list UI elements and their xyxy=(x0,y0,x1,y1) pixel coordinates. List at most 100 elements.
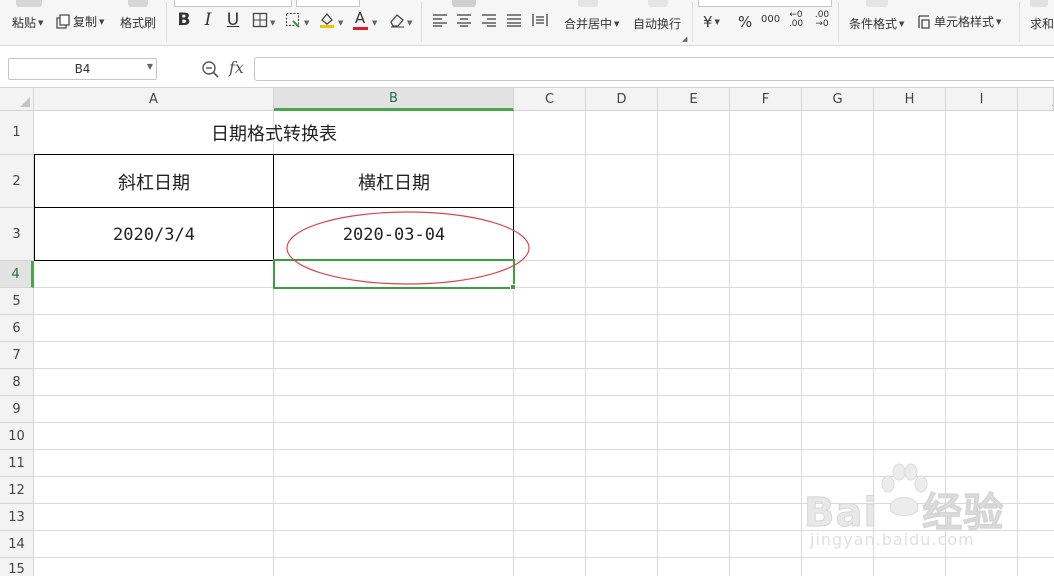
cell-a1-title[interactable]: 日期格式转换表 xyxy=(34,111,514,155)
insert-function-button[interactable]: fx xyxy=(229,58,244,77)
row-header-5[interactable]: 5 xyxy=(0,288,34,315)
gridline xyxy=(34,287,1054,288)
align-right-icon xyxy=(482,14,496,27)
merge-icon xyxy=(578,0,598,7)
wrap-text-label: 自动换行 xyxy=(633,17,682,31)
row-header-14[interactable]: 14 xyxy=(0,531,34,558)
clear-format-button[interactable] xyxy=(385,8,409,32)
percent-button[interactable]: % xyxy=(738,13,752,31)
chevron-down-icon[interactable]: ▼ xyxy=(338,19,343,27)
chevron-down-icon[interactable]: ▼ xyxy=(372,19,377,27)
underline-button[interactable]: U xyxy=(221,8,245,32)
column-header-d[interactable]: D xyxy=(586,88,658,111)
cell-pattern-icon xyxy=(285,13,300,28)
paste-label: 粘贴 xyxy=(12,16,37,30)
ribbon-separator xyxy=(838,2,839,42)
italic-button[interactable]: I xyxy=(196,8,220,32)
merge-center-label: 合并居中 xyxy=(564,17,613,31)
annotation-ellipse xyxy=(286,211,530,285)
formula-bar: B4 ▼ fx xyxy=(0,46,1054,88)
chevron-down-icon: ▼ xyxy=(38,18,44,27)
distribute-button[interactable] xyxy=(528,8,552,32)
increase-decimal-button[interactable]: ←0 .00 xyxy=(786,11,806,29)
cell-a3-value[interactable]: 2020/3/4 xyxy=(34,208,274,261)
fill-pattern-button[interactable] xyxy=(281,8,305,32)
select-all-button[interactable] xyxy=(0,88,34,111)
chevron-down-icon: ▼ xyxy=(996,17,1002,26)
decrease-decimal-button[interactable]: .00 →0 xyxy=(812,11,832,29)
gridline xyxy=(801,111,802,576)
row-header-7[interactable]: 7 xyxy=(0,342,34,369)
currency-button[interactable]: ¥ ▼ xyxy=(703,13,720,31)
formula-input[interactable] xyxy=(254,57,1054,81)
font-color-bar xyxy=(352,26,368,30)
increase-decimal-label: ←0 .00 xyxy=(788,10,804,29)
fill-color-button[interactable] xyxy=(315,8,339,32)
sum-button[interactable]: 求和 xyxy=(1030,15,1054,32)
format-painter-button[interactable]: 格式刷 xyxy=(120,14,156,31)
border-button[interactable] xyxy=(248,8,272,32)
paste-icon xyxy=(16,0,42,7)
align-top-icon[interactable] xyxy=(452,0,476,7)
row-header-13[interactable]: 13 xyxy=(0,504,34,531)
name-box[interactable]: B4 ▼ xyxy=(8,58,157,80)
zoom-icon[interactable] xyxy=(201,60,219,78)
column-header-e[interactable]: E xyxy=(658,88,730,111)
row-header-12[interactable]: 12 xyxy=(0,477,34,504)
column-header-a[interactable]: A xyxy=(34,88,274,111)
paint-bucket-icon xyxy=(320,12,334,28)
row-header-11[interactable]: 11 xyxy=(0,450,34,477)
row-header-1[interactable]: 1 xyxy=(0,111,34,155)
chevron-down-icon[interactable]: ▼ xyxy=(270,19,275,27)
bold-button[interactable]: B xyxy=(172,8,196,32)
chevron-down-icon: ▼ xyxy=(714,18,720,26)
cell-b2-header[interactable]: 横杠日期 xyxy=(274,155,514,208)
cell-a2-header[interactable]: 斜杠日期 xyxy=(34,155,274,208)
chevron-down-icon: ▼ xyxy=(899,19,905,28)
chevron-down-icon[interactable]: ▼ xyxy=(147,62,153,71)
align-center-icon xyxy=(457,14,471,27)
underline-label: U xyxy=(226,10,240,30)
number-format-combo[interactable] xyxy=(698,0,832,7)
font-size-combo[interactable] xyxy=(296,0,360,7)
chevron-down-icon[interactable]: ▼ xyxy=(407,19,412,27)
baidu-watermark: Bai 经验 jingyan.baidu.com xyxy=(803,462,1014,562)
column-header-c[interactable]: C xyxy=(514,88,586,111)
wrap-text-button[interactable]: 自动换行 xyxy=(633,15,681,32)
row-header-15[interactable]: 15 xyxy=(0,558,34,576)
font-name-combo[interactable] xyxy=(174,0,292,7)
align-center-button[interactable] xyxy=(452,8,476,32)
font-color-button[interactable]: A xyxy=(348,8,372,32)
wrap-icon xyxy=(648,0,668,7)
align-left-button[interactable] xyxy=(428,8,452,32)
row-header-6[interactable]: 6 xyxy=(0,315,34,342)
copy-button[interactable]: 复制 ▼ xyxy=(56,13,104,30)
border-icon xyxy=(252,12,268,28)
row-header-9[interactable]: 9 xyxy=(0,396,34,423)
row-header-3[interactable]: 3 xyxy=(0,208,34,261)
paste-button[interactable]: 粘贴 ▼ xyxy=(12,14,43,31)
copy-icon xyxy=(56,14,70,29)
row-header-2[interactable]: 2 xyxy=(0,155,34,208)
row-header-4[interactable]: 4 xyxy=(0,261,34,288)
merge-center-button[interactable]: 合并居中 ▼ xyxy=(564,15,619,32)
gridline xyxy=(34,422,1054,423)
group-launcher-icon[interactable]: ◢ xyxy=(682,35,687,43)
justify-button[interactable] xyxy=(502,8,526,32)
column-header-f[interactable]: F xyxy=(730,88,802,111)
thousands-button[interactable]: 000 xyxy=(761,14,780,25)
column-header-h[interactable]: H xyxy=(874,88,946,111)
column-header-j[interactable]: J xyxy=(1018,88,1054,111)
row-header-8[interactable]: 8 xyxy=(0,369,34,396)
chevron-down-icon[interactable]: ▼ xyxy=(304,19,309,27)
cell-style-button[interactable]: 单元格样式 ▼ xyxy=(916,13,1001,30)
gridline xyxy=(657,111,658,576)
conditional-format-button[interactable]: 条件格式 ▼ xyxy=(849,15,904,32)
align-right-button[interactable] xyxy=(477,8,501,32)
gridline xyxy=(34,395,1054,396)
row-header-10[interactable]: 10 xyxy=(0,423,34,450)
column-header-g[interactable]: G xyxy=(802,88,874,111)
column-header-b[interactable]: B xyxy=(274,88,514,111)
column-header-i[interactable]: I xyxy=(946,88,1018,111)
gridline xyxy=(585,111,586,576)
